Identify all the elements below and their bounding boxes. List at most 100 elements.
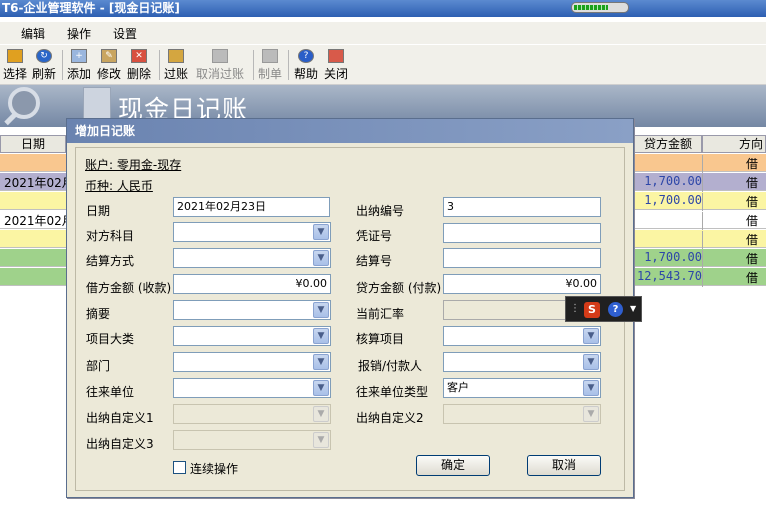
row-date: 2021年02月: [4, 214, 74, 228]
dropdown-arrow-icon: ▼: [313, 406, 329, 422]
help-icon[interactable]: ?: [608, 302, 623, 317]
department-select[interactable]: ▼: [173, 352, 331, 372]
row-direction: 借: [702, 174, 766, 192]
dropdown-arrow-icon: ▼: [313, 432, 329, 448]
cancel-button[interactable]: 取消: [527, 455, 601, 476]
custom1-select: ▼: [173, 404, 331, 424]
debit-label: 借方金额 (收款): [86, 281, 172, 295]
add-journal-dialog: 增加日记账 账户: 零用金-现存 币种: 人民币 日期 2021年02月23日 …: [66, 118, 634, 498]
voucher-no-label: 凭证号: [356, 229, 393, 243]
dropdown-arrow-icon[interactable]: ▼: [583, 354, 599, 370]
grip-icon[interactable]: ⋮: [570, 303, 580, 314]
dropdown-arrow-icon[interactable]: ▼: [583, 380, 599, 396]
partner-label: 往来单位: [86, 385, 135, 399]
counter-subject-select[interactable]: ▼: [173, 222, 331, 242]
continuous-checkbox[interactable]: [173, 461, 186, 474]
close-button[interactable]: 关闭: [324, 49, 348, 82]
menu-operate[interactable]: 操作: [67, 25, 91, 42]
custom2-select: ▼: [443, 404, 601, 424]
project-category-select[interactable]: ▼: [173, 326, 331, 346]
toolbar: 选择 ↻ 刷新 + 添加 ✎ 修改 ✕ 删除 过账 取消过账 制单 ? 帮助 关闭: [0, 45, 766, 85]
custom3-select: ▼: [173, 430, 331, 450]
payee-select[interactable]: ▼: [443, 352, 601, 372]
voucher-icon: [262, 49, 278, 63]
custom2-label: 出纳自定义2: [356, 411, 424, 425]
col-header-credit[interactable]: 贷方金额: [634, 135, 702, 153]
add-button[interactable]: + 添加: [67, 49, 91, 82]
voucher-button[interactable]: 制单: [258, 49, 282, 82]
unpost-icon: [212, 49, 228, 63]
magnifier-handle: [4, 111, 18, 126]
credit-label: 贷方金额 (付款): [356, 281, 442, 295]
add-icon: +: [71, 49, 87, 63]
settle-method-select[interactable]: ▼: [173, 248, 331, 268]
row-date: 2021年02月: [4, 176, 74, 190]
custom3-label: 出纳自定义3: [86, 437, 154, 451]
toolbar-separator: [62, 50, 63, 80]
dropdown-arrow-icon[interactable]: ▼: [313, 328, 329, 344]
cashier-no-field[interactable]: 3: [443, 197, 601, 217]
title-bar: T6-企业管理软件 - [现金日记账]: [0, 0, 766, 17]
row-credit-amount: 1,700.00: [644, 174, 702, 188]
row-direction: 借: [702, 269, 766, 287]
post-icon: [168, 49, 184, 63]
settle-no-field[interactable]: [443, 248, 601, 268]
account-item-select[interactable]: ▼: [443, 326, 601, 346]
partner-type-label: 往来单位类型: [356, 385, 429, 399]
custom1-label: 出纳自定义1: [86, 411, 154, 425]
voucher-no-field[interactable]: [443, 223, 601, 243]
progress-indicator: [571, 2, 629, 13]
continuous-label: 连续操作: [190, 462, 239, 476]
help-icon: ?: [298, 49, 314, 63]
select-icon: [7, 49, 23, 63]
currency-label: 币种: 人民币: [85, 179, 153, 193]
payee-label: 报销/付款人: [358, 359, 423, 373]
row-direction: 借: [702, 231, 766, 249]
summary-select[interactable]: ▼: [173, 300, 331, 320]
project-category-label: 项目大类: [86, 332, 135, 346]
close-icon: [328, 49, 344, 63]
menu-bar: 编辑 操作 设置: [0, 22, 766, 44]
row-direction: 借: [702, 155, 766, 173]
row-credit-amount: 1,700.00: [644, 193, 702, 207]
row-credit-amount: 1,700.00: [644, 250, 702, 264]
unpost-button[interactable]: 取消过账: [196, 49, 244, 82]
menu-edit[interactable]: 编辑: [21, 25, 45, 42]
select-button[interactable]: 选择: [3, 49, 27, 82]
ok-button[interactable]: 确定: [416, 455, 490, 476]
partner-select[interactable]: ▼: [173, 378, 331, 398]
col-header-date[interactable]: 日期: [0, 135, 66, 153]
menu-settings[interactable]: 设置: [113, 25, 137, 42]
dropdown-arrow-icon[interactable]: ▼: [313, 380, 329, 396]
delete-button[interactable]: ✕ 删除: [127, 49, 151, 82]
dropdown-arrow-icon[interactable]: ▼: [583, 328, 599, 344]
col-header-direction[interactable]: 方向: [702, 135, 766, 153]
dropdown-arrow-icon[interactable]: ▼: [313, 224, 329, 240]
date-field[interactable]: 2021年02月23日: [173, 197, 330, 217]
toolbar-separator: [253, 50, 254, 80]
dropdown-arrow-icon[interactable]: ▼: [313, 354, 329, 370]
date-label: 日期: [86, 204, 111, 218]
row-direction: 借: [702, 212, 766, 230]
ime-toolbar[interactable]: ⋮ S ? ▼: [565, 296, 642, 322]
row-direction: 借: [702, 250, 766, 268]
row-direction: 借: [702, 193, 766, 211]
row-credit-amount: 12,543.70: [636, 269, 702, 283]
credit-amount-field[interactable]: ¥0.00: [443, 274, 601, 294]
sogou-icon[interactable]: S: [584, 302, 600, 318]
debit-amount-field[interactable]: ¥0.00: [173, 274, 331, 294]
dropdown-arrow-icon[interactable]: ▼: [313, 250, 329, 266]
refresh-icon: ↻: [36, 49, 52, 63]
account-label: 账户: 零用金-现存: [85, 158, 182, 172]
partner-type-select[interactable]: 客户 ▼: [443, 378, 601, 398]
refresh-button[interactable]: ↻ 刷新: [32, 49, 56, 82]
summary-label: 摘要: [86, 307, 111, 321]
settle-method-label: 结算方式: [86, 254, 135, 268]
expand-icon[interactable]: ▼: [630, 304, 636, 313]
toolbar-separator: [159, 50, 160, 80]
department-label: 部门: [86, 359, 111, 373]
help-button[interactable]: ? 帮助: [294, 49, 318, 82]
edit-button[interactable]: ✎ 修改: [97, 49, 121, 82]
post-button[interactable]: 过账: [164, 49, 188, 82]
dropdown-arrow-icon[interactable]: ▼: [313, 302, 329, 318]
